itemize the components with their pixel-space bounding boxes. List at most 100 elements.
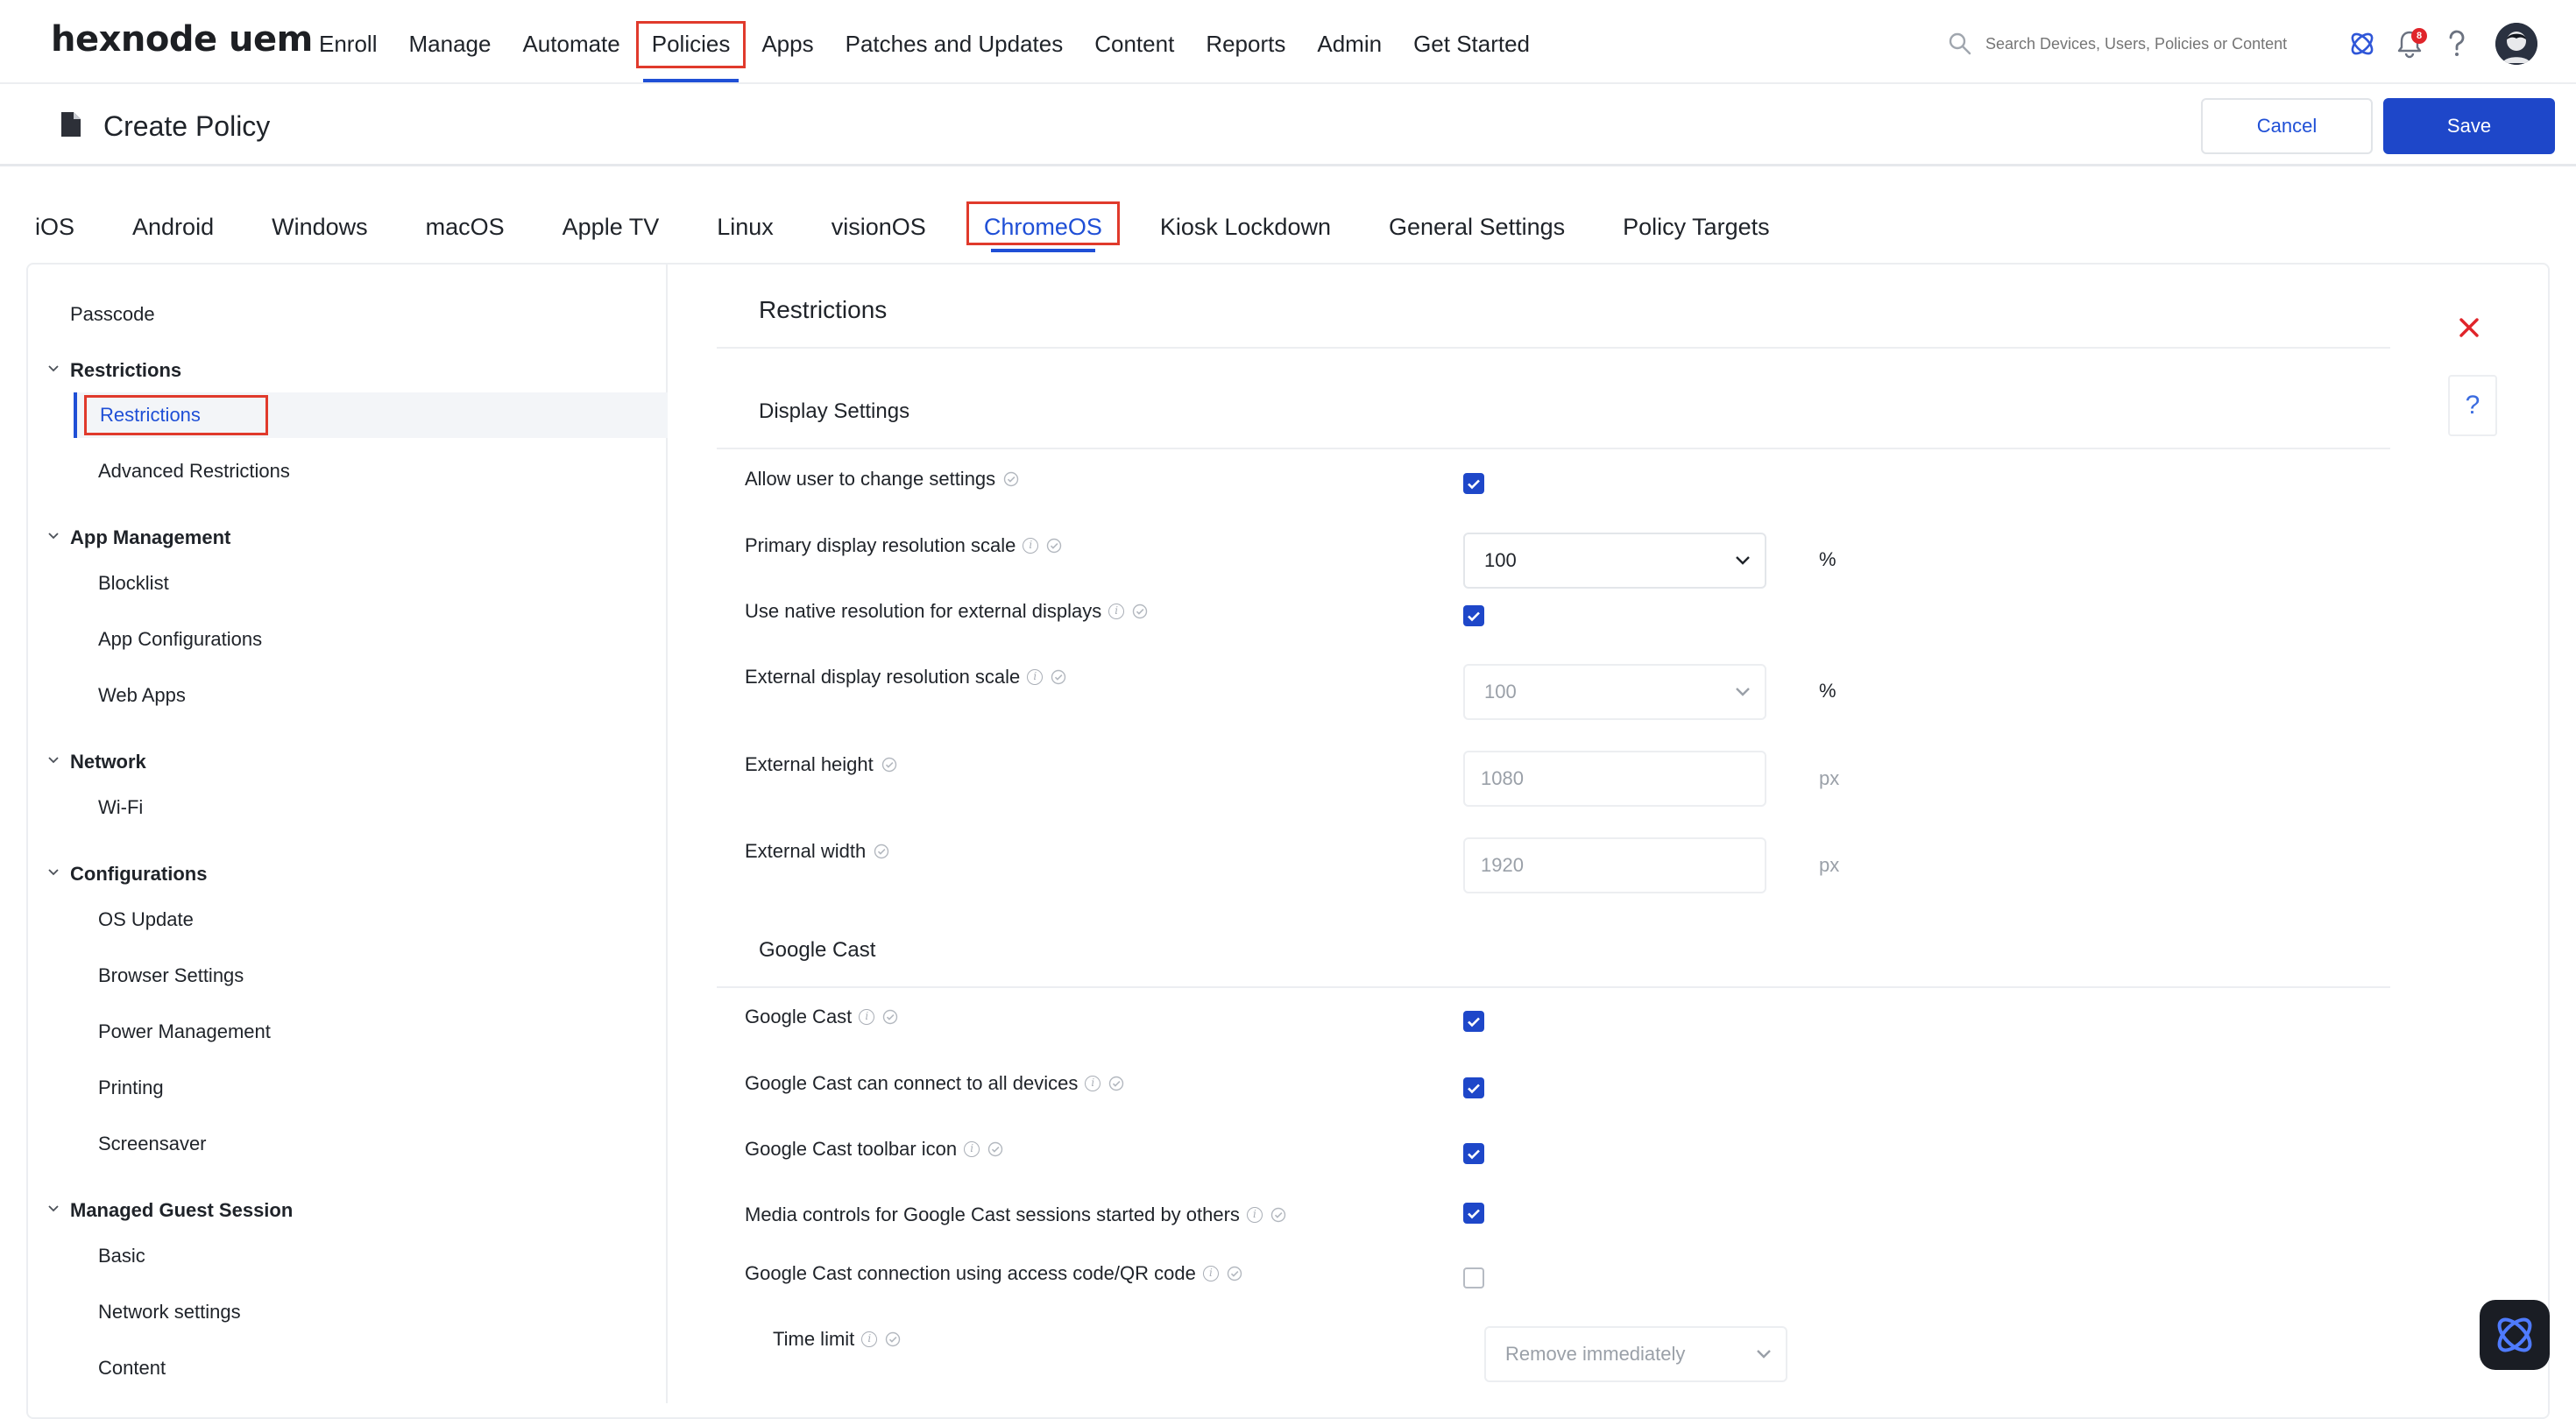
- cancel-button[interactable]: Cancel: [2201, 98, 2373, 154]
- select-value: Remove immediately: [1505, 1343, 1686, 1365]
- sidebar-item-screensaver[interactable]: Screensaver: [98, 1133, 207, 1155]
- tab-apple-tv[interactable]: Apple TV: [563, 200, 660, 254]
- setting-label: Media controls for Google Cast sessions …: [745, 1204, 1240, 1225]
- cast-media-controls-checkbox[interactable]: [1463, 1203, 1484, 1224]
- help-button[interactable]: ?: [2448, 375, 2497, 436]
- cast-connect-all-checkbox[interactable]: [1463, 1077, 1484, 1098]
- select-value: 100: [1484, 681, 1517, 702]
- sidebar-item-wi-fi[interactable]: Wi-Fi: [98, 796, 143, 819]
- external-scale-select[interactable]: 100: [1463, 664, 1766, 720]
- tab-chromeos[interactable]: ChromeOS: [966, 200, 1120, 254]
- tab-android[interactable]: Android: [132, 200, 214, 254]
- tab-ios[interactable]: iOS: [35, 200, 74, 254]
- supported-check-icon: [886, 1331, 901, 1347]
- chevron-down-icon: [1757, 1350, 1771, 1359]
- sidebar-group-managed-guest-session[interactable]: Managed Guest Session: [47, 1199, 293, 1222]
- chevron-down-icon: [1736, 556, 1750, 565]
- nav-policies[interactable]: Policies: [635, 0, 747, 82]
- info-icon[interactable]: i: [859, 1009, 875, 1025]
- sidebar-item-advanced-restrictions[interactable]: Advanced Restrictions: [98, 460, 290, 483]
- highlight-box: [635, 21, 747, 68]
- setting-label: Allow user to change settings: [745, 468, 996, 490]
- sidebar-group-network[interactable]: Network: [47, 751, 146, 773]
- supported-check-icon: [1051, 669, 1066, 685]
- info-icon[interactable]: i: [861, 1331, 878, 1347]
- cast-access-code-row: Google Cast connection using access code…: [745, 1262, 1243, 1285]
- sidebar-item-printing[interactable]: Printing: [98, 1077, 164, 1099]
- hexnode-assist-icon[interactable]: [2345, 25, 2380, 63]
- time-limit-select[interactable]: Remove immediately: [1484, 1326, 1787, 1382]
- page-title: Create Policy: [103, 110, 271, 142]
- nav-content[interactable]: Content: [1079, 0, 1190, 82]
- sidebar-item-network-settings[interactable]: Network settings: [98, 1301, 241, 1324]
- info-icon[interactable]: i: [1202, 1266, 1219, 1281]
- sidebar-item-basic[interactable]: Basic: [98, 1245, 145, 1267]
- info-icon[interactable]: i: [964, 1141, 980, 1157]
- info-icon[interactable]: i: [1027, 669, 1044, 685]
- setting-label: External display resolution scale: [745, 666, 1021, 688]
- supported-check-icon: [881, 757, 896, 773]
- sidebar-item-web-apps[interactable]: Web Apps: [98, 684, 186, 707]
- tab-general-settings[interactable]: General Settings: [1389, 200, 1565, 254]
- nav-enroll[interactable]: Enroll: [303, 0, 393, 82]
- nav-apps[interactable]: Apps: [746, 0, 829, 82]
- info-icon[interactable]: i: [1023, 538, 1039, 554]
- info-icon[interactable]: i: [1246, 1207, 1263, 1223]
- sidebar-item-content[interactable]: Content: [98, 1357, 166, 1380]
- sidebar-item-browser-settings[interactable]: Browser Settings: [98, 964, 244, 987]
- sidebar-group-app-management[interactable]: App Management: [47, 526, 230, 549]
- info-icon[interactable]: i: [1085, 1076, 1101, 1091]
- setting-label: Use native resolution for external displ…: [745, 600, 1102, 622]
- nav-patches-and-updates[interactable]: Patches and Updates: [830, 0, 1079, 82]
- sidebar-group-configurations[interactable]: Configurations: [47, 863, 207, 886]
- help-icon[interactable]: [2439, 25, 2474, 63]
- chat-assistant-button[interactable]: [2480, 1300, 2550, 1370]
- supported-check-icon: [1047, 538, 1062, 554]
- unit-label: px: [1819, 854, 1840, 876]
- nav-admin[interactable]: Admin: [1301, 0, 1398, 82]
- notification-bell-icon[interactable]: 8: [2392, 25, 2427, 63]
- sidebar-item-os-update[interactable]: OS Update: [98, 908, 194, 931]
- notification-badge: 8: [2411, 28, 2427, 44]
- cast-toolbar-icon-row: Google Cast toolbar icon i: [745, 1138, 1004, 1161]
- google-cast-checkbox[interactable]: [1463, 1011, 1484, 1032]
- setting-label: Time limit: [773, 1328, 855, 1350]
- cast-toolbar-icon-checkbox[interactable]: [1463, 1143, 1484, 1164]
- tab-visionos[interactable]: visionOS: [832, 200, 926, 254]
- supported-check-icon: [1133, 604, 1148, 619]
- tab-policy-targets[interactable]: Policy Targets: [1623, 200, 1770, 254]
- tab-kiosk-lockdown[interactable]: Kiosk Lockdown: [1160, 200, 1331, 254]
- page-header: Create Policy Cancel Save: [0, 84, 2576, 166]
- top-icons: 8: [2345, 23, 2537, 65]
- nav-get-started[interactable]: Get Started: [1398, 0, 1546, 82]
- close-icon[interactable]: [2457, 315, 2481, 340]
- hexnode-logo[interactable]: hexnode uem: [51, 19, 313, 60]
- cast-access-code-checkbox[interactable]: [1463, 1267, 1484, 1288]
- nav-manage[interactable]: Manage: [393, 0, 506, 82]
- supported-check-icon: [1270, 1207, 1286, 1223]
- sidebar-item-app-configurations[interactable]: App Configurations: [98, 628, 262, 651]
- search-input[interactable]: [1985, 34, 2310, 53]
- nav-automate[interactable]: Automate: [506, 0, 635, 82]
- external-width-input[interactable]: 1920: [1463, 837, 1766, 893]
- tab-windows[interactable]: Windows: [272, 200, 368, 254]
- tab-macos[interactable]: macOS: [426, 200, 505, 254]
- tab-linux[interactable]: Linux: [717, 200, 774, 254]
- sidebar-item-passcode[interactable]: Passcode: [70, 303, 155, 326]
- chevron-down-icon: [48, 365, 59, 372]
- primary-scale-select[interactable]: 100: [1463, 533, 1766, 589]
- allow-change-settings-checkbox[interactable]: [1463, 473, 1484, 494]
- sidebar-group-restrictions[interactable]: Restrictions: [47, 359, 181, 382]
- info-icon[interactable]: i: [1108, 604, 1125, 619]
- sidebar-item-power-management[interactable]: Power Management: [98, 1020, 271, 1043]
- chevron-down-icon: [48, 869, 59, 876]
- sidebar-item-blocklist[interactable]: Blocklist: [98, 572, 169, 595]
- setting-label: External width: [745, 840, 867, 862]
- save-button[interactable]: Save: [2383, 98, 2555, 154]
- user-avatar[interactable]: [2495, 23, 2537, 65]
- setting-label: Google Cast connection using access code…: [745, 1262, 1196, 1284]
- display-settings-heading: Display Settings: [759, 399, 910, 423]
- external-height-input[interactable]: 1080: [1463, 751, 1766, 807]
- native-resolution-checkbox[interactable]: [1463, 605, 1484, 626]
- nav-reports[interactable]: Reports: [1190, 0, 1301, 82]
